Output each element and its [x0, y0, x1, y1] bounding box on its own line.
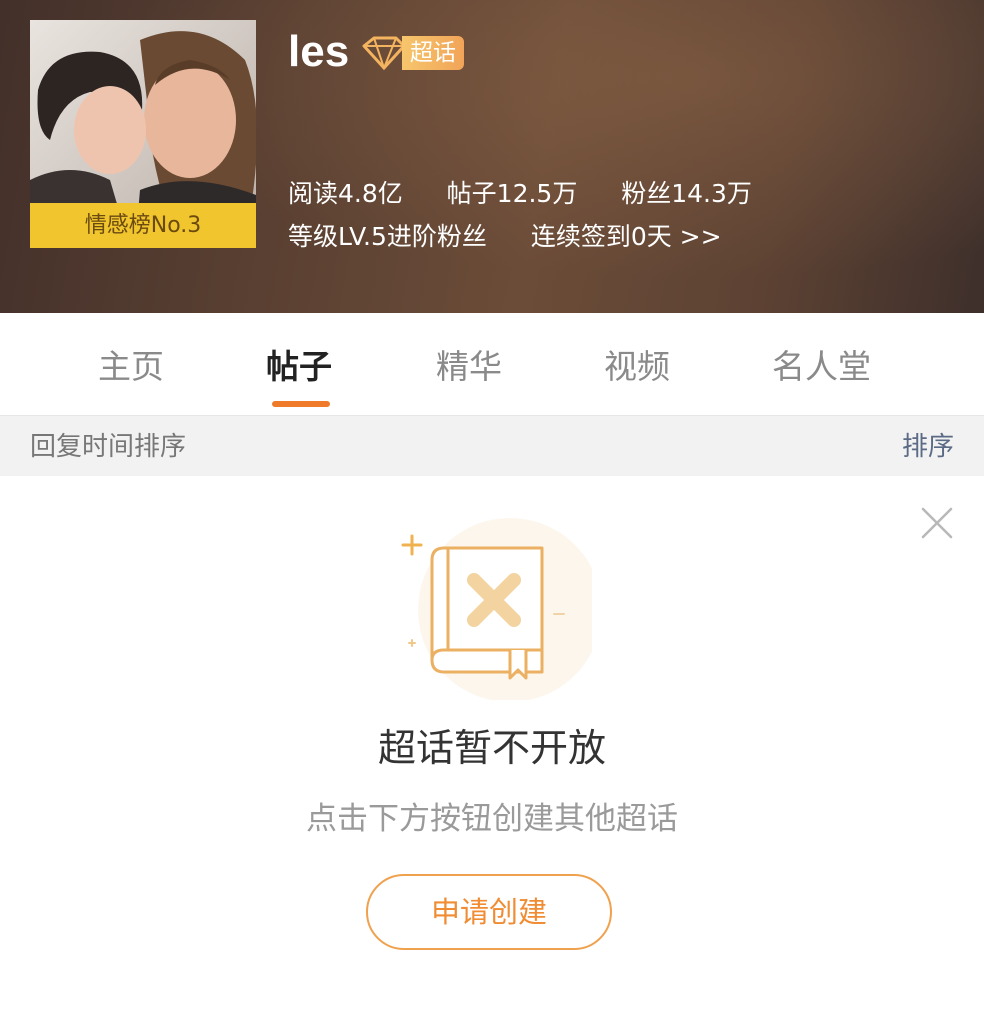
- tab-hall-of-fame[interactable]: 名人堂: [772, 347, 871, 387]
- user-stats: 等级LV.5进阶粉丝 连续签到0天 >>: [288, 220, 722, 254]
- fans-count: 粉丝14.3万: [621, 179, 752, 208]
- empty-state-title: 超话暂不开放: [377, 726, 606, 770]
- super-topic-tag: 超话: [402, 36, 464, 70]
- sort-button[interactable]: 排序: [902, 430, 954, 464]
- sort-order-label: 回复时间排序: [30, 432, 187, 462]
- apply-create-button[interactable]: 申请创建: [366, 874, 612, 950]
- sort-bar: 回复时间排序 排序: [0, 416, 984, 476]
- tab-posts[interactable]: 帖子: [266, 347, 332, 387]
- active-tab-indicator: [272, 401, 330, 407]
- empty-state-subtitle: 点击下方按钮创建其他超话: [306, 801, 678, 837]
- checkin-link[interactable]: 连续签到0天 >>: [531, 220, 722, 254]
- topic-stats: 阅读4.8亿 帖子12.5万 粉丝14.3万: [288, 177, 752, 211]
- diamond-icon: [360, 36, 406, 74]
- tab-videos[interactable]: 视频: [604, 347, 670, 387]
- topic-cover-image[interactable]: 情感榜No.3: [30, 20, 256, 248]
- rank-badge[interactable]: 情感榜No.3: [30, 203, 256, 248]
- tab-bar: 主页 帖子 精华 视频 名人堂: [0, 313, 984, 416]
- tab-home[interactable]: 主页: [98, 347, 164, 387]
- tab-featured[interactable]: 精华: [436, 347, 502, 387]
- fan-level[interactable]: 等级LV.5进阶粉丝: [288, 220, 487, 254]
- topic-header: 情感榜No.3 les 超话 阅读4.8亿 帖子12.5万 粉丝14.3万 等级…: [0, 0, 984, 313]
- topic-title: les: [288, 27, 350, 76]
- reads-count: 阅读4.8亿: [288, 179, 403, 208]
- book-x-icon: [392, 510, 602, 704]
- close-icon[interactable]: [920, 506, 954, 544]
- posts-count: 帖子12.5万: [446, 179, 578, 208]
